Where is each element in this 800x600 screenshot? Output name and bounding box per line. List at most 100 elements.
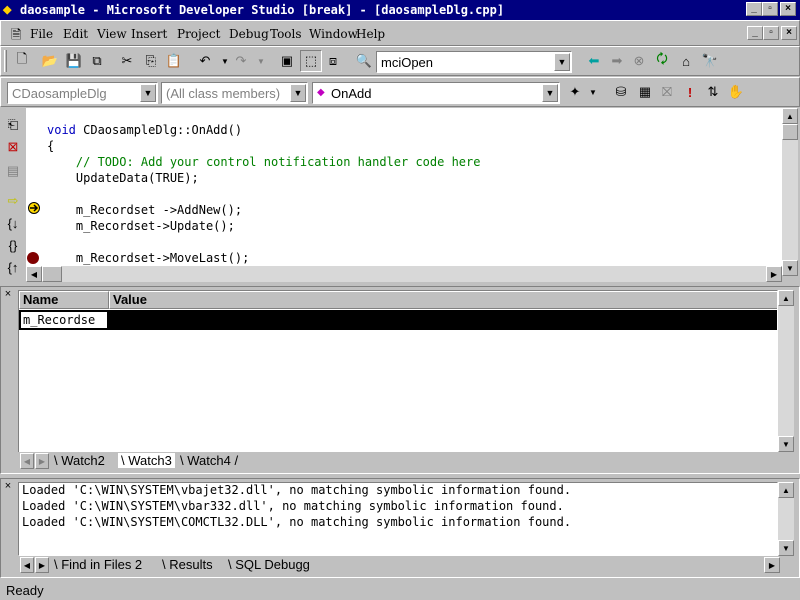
- tab-scroll-right-icon[interactable]: ▶: [35, 453, 49, 469]
- menu-debug[interactable]: Debug: [229, 27, 269, 41]
- scroll-right-icon[interactable]: ▶: [766, 266, 782, 282]
- tab-scroll-left-icon[interactable]: ◀: [20, 557, 34, 573]
- paste-icon[interactable]: 📋: [163, 50, 185, 72]
- tab-scroll-right-icon[interactable]: ▶: [35, 557, 49, 573]
- home-icon[interactable]: ⌂: [675, 50, 697, 72]
- tab-sql-debugging[interactable]: \ SQL Debugg: [228, 557, 310, 572]
- toolbar-grip[interactable]: [4, 50, 7, 72]
- code-editor[interactable]: void CDaosampleDlg::OnAdd() { // TODO: A…: [26, 108, 782, 266]
- menu-tools[interactable]: Tools: [270, 27, 302, 41]
- filter-combo-dropdown-icon[interactable]: ▼: [290, 84, 306, 102]
- save-icon[interactable]: 💾: [63, 50, 85, 72]
- back-icon[interactable]: ⬅: [583, 50, 605, 72]
- copy-icon[interactable]: ⎘: [140, 50, 162, 72]
- member-combo-dropdown-icon[interactable]: ▼: [542, 84, 558, 102]
- output-hscroll-right-icon[interactable]: ▶: [764, 557, 780, 573]
- output-close-icon[interactable]: ×: [2, 481, 14, 493]
- stop-icon[interactable]: ⊗: [628, 50, 650, 72]
- menu-project[interactable]: Project: [177, 27, 220, 41]
- redo-dropdown-icon[interactable]: ▼: [250, 50, 272, 72]
- watch-name-edit[interactable]: m_Recordse: [20, 311, 108, 329]
- open-folder-icon[interactable]: 📂: [39, 50, 61, 72]
- child-restore-button[interactable]: ▫: [763, 26, 779, 40]
- window-list-icon[interactable]: ⧈: [322, 50, 344, 72]
- member-combo[interactable]: ◆ OnAdd ▼: [312, 82, 560, 104]
- save-all-icon[interactable]: ⧉: [86, 50, 108, 72]
- stop-build-icon[interactable]: ⛝: [656, 81, 678, 103]
- redo-icon[interactable]: ↷: [230, 50, 252, 72]
- output-vertical-scrollbar[interactable]: ▲ ▼: [778, 482, 794, 556]
- editor-horizontal-scrollbar[interactable]: ◀ ▶: [26, 266, 782, 282]
- bookmark-icon[interactable]: 🗘: [651, 50, 673, 72]
- watch-close-icon[interactable]: ×: [2, 289, 14, 301]
- window-title: daosample - Microsoft Developer Studio […: [20, 3, 505, 17]
- filter-combo[interactable]: (All class members) ▼: [161, 82, 308, 104]
- tab-scroll-left-icon[interactable]: ◀: [20, 453, 34, 469]
- scroll-thumb[interactable]: [782, 124, 798, 140]
- new-file-icon[interactable]: 🗋: [11, 50, 33, 72]
- menu-window[interactable]: Window: [309, 27, 358, 41]
- wizard-dropdown-icon[interactable]: ▼: [582, 81, 604, 103]
- step-over-icon[interactable]: {}: [2, 234, 24, 256]
- menu-file[interactable]: File: [30, 27, 53, 41]
- tab-watch3[interactable]: \ Watch3: [118, 453, 175, 468]
- output-icon[interactable]: ⬚: [300, 50, 322, 72]
- scroll-left-icon[interactable]: ◀: [26, 266, 42, 282]
- class-combo-dropdown-icon[interactable]: ▼: [140, 84, 156, 102]
- forward-icon[interactable]: ➡: [606, 50, 628, 72]
- method-icon: ◆: [317, 87, 325, 98]
- find-in-files-icon[interactable]: 🔍: [353, 50, 375, 72]
- break-icon[interactable]: ▤: [2, 160, 24, 182]
- maximize-button[interactable]: ▫: [762, 2, 778, 16]
- show-next-statement-icon[interactable]: ⇨: [2, 190, 24, 212]
- watch-col-value[interactable]: Value: [109, 291, 777, 309]
- cut-icon[interactable]: ✂: [116, 50, 138, 72]
- restart-icon[interactable]: ⎗: [2, 114, 24, 136]
- step-out-icon[interactable]: {↑: [2, 256, 24, 278]
- output-window[interactable]: Loaded 'C:\WIN\SYSTEM\vbajet32.dll', no …: [18, 482, 778, 556]
- menu-help[interactable]: Help: [356, 27, 385, 41]
- menu-edit[interactable]: Edit: [63, 27, 88, 41]
- editor-vertical-scrollbar[interactable]: ▲ ▼: [782, 108, 798, 276]
- child-close-button[interactable]: ×: [781, 26, 797, 40]
- close-button[interactable]: ×: [780, 2, 796, 16]
- tab-find-in-files-2[interactable]: \ Find in Files 2: [54, 557, 142, 572]
- child-minimize-button[interactable]: _: [747, 26, 763, 40]
- scroll-up-icon[interactable]: ▲: [782, 108, 798, 124]
- remove-breakpoints-icon[interactable]: ✋: [725, 81, 747, 103]
- output-line: Loaded 'C:\WIN\SYSTEM\vbajet32.dll', no …: [22, 483, 572, 497]
- find-combo[interactable]: mciOpen ▼: [376, 51, 572, 73]
- go-icon[interactable]: !: [679, 81, 701, 103]
- scroll-down-icon[interactable]: ▼: [778, 540, 794, 556]
- scroll-down-icon[interactable]: ▼: [778, 436, 794, 452]
- menu-view[interactable]: View: [97, 27, 127, 41]
- minimize-button[interactable]: _: [746, 2, 762, 16]
- step-into-icon[interactable]: {↓: [2, 212, 24, 234]
- find-combo-dropdown-icon[interactable]: ▼: [554, 53, 570, 71]
- watch-row[interactable]: m_Recordse: [19, 310, 777, 330]
- scroll-down-icon[interactable]: ▼: [782, 260, 798, 276]
- app-icon[interactable]: ◆: [3, 3, 11, 16]
- scroll-up-icon[interactable]: ▲: [778, 482, 794, 498]
- tab-watch2[interactable]: \ Watch2: [54, 453, 105, 468]
- workspace-icon[interactable]: ▣: [276, 50, 298, 72]
- watch-col-name[interactable]: Name: [19, 291, 109, 309]
- menu-insert[interactable]: Insert: [131, 27, 167, 41]
- search-help-icon[interactable]: 🔭: [699, 50, 721, 72]
- undo-icon[interactable]: ↶: [194, 50, 216, 72]
- compile-icon[interactable]: ⛁: [610, 81, 632, 103]
- class-combo-value: CDaosampleDlg: [12, 86, 107, 101]
- breakpoint-icon[interactable]: [27, 252, 39, 264]
- hscroll-thumb[interactable]: [42, 266, 62, 282]
- class-combo[interactable]: CDaosampleDlg ▼: [7, 82, 158, 104]
- scroll-up-icon[interactable]: ▲: [778, 290, 794, 306]
- watch-window[interactable]: Name Value m_Recordse: [18, 290, 778, 470]
- member-combo-value: OnAdd: [331, 86, 372, 101]
- insert-breakpoint-icon[interactable]: ⇅: [702, 81, 724, 103]
- watch-vertical-scrollbar[interactable]: ▲ ▼: [778, 290, 794, 452]
- tab-watch4[interactable]: \ Watch4 /: [180, 453, 238, 468]
- document-icon[interactable]: 🗎: [11, 26, 21, 48]
- build-icon[interactable]: ▦: [634, 81, 656, 103]
- stop-debugging-icon[interactable]: ⊠: [2, 136, 24, 158]
- tab-results[interactable]: \ Results: [162, 557, 213, 572]
